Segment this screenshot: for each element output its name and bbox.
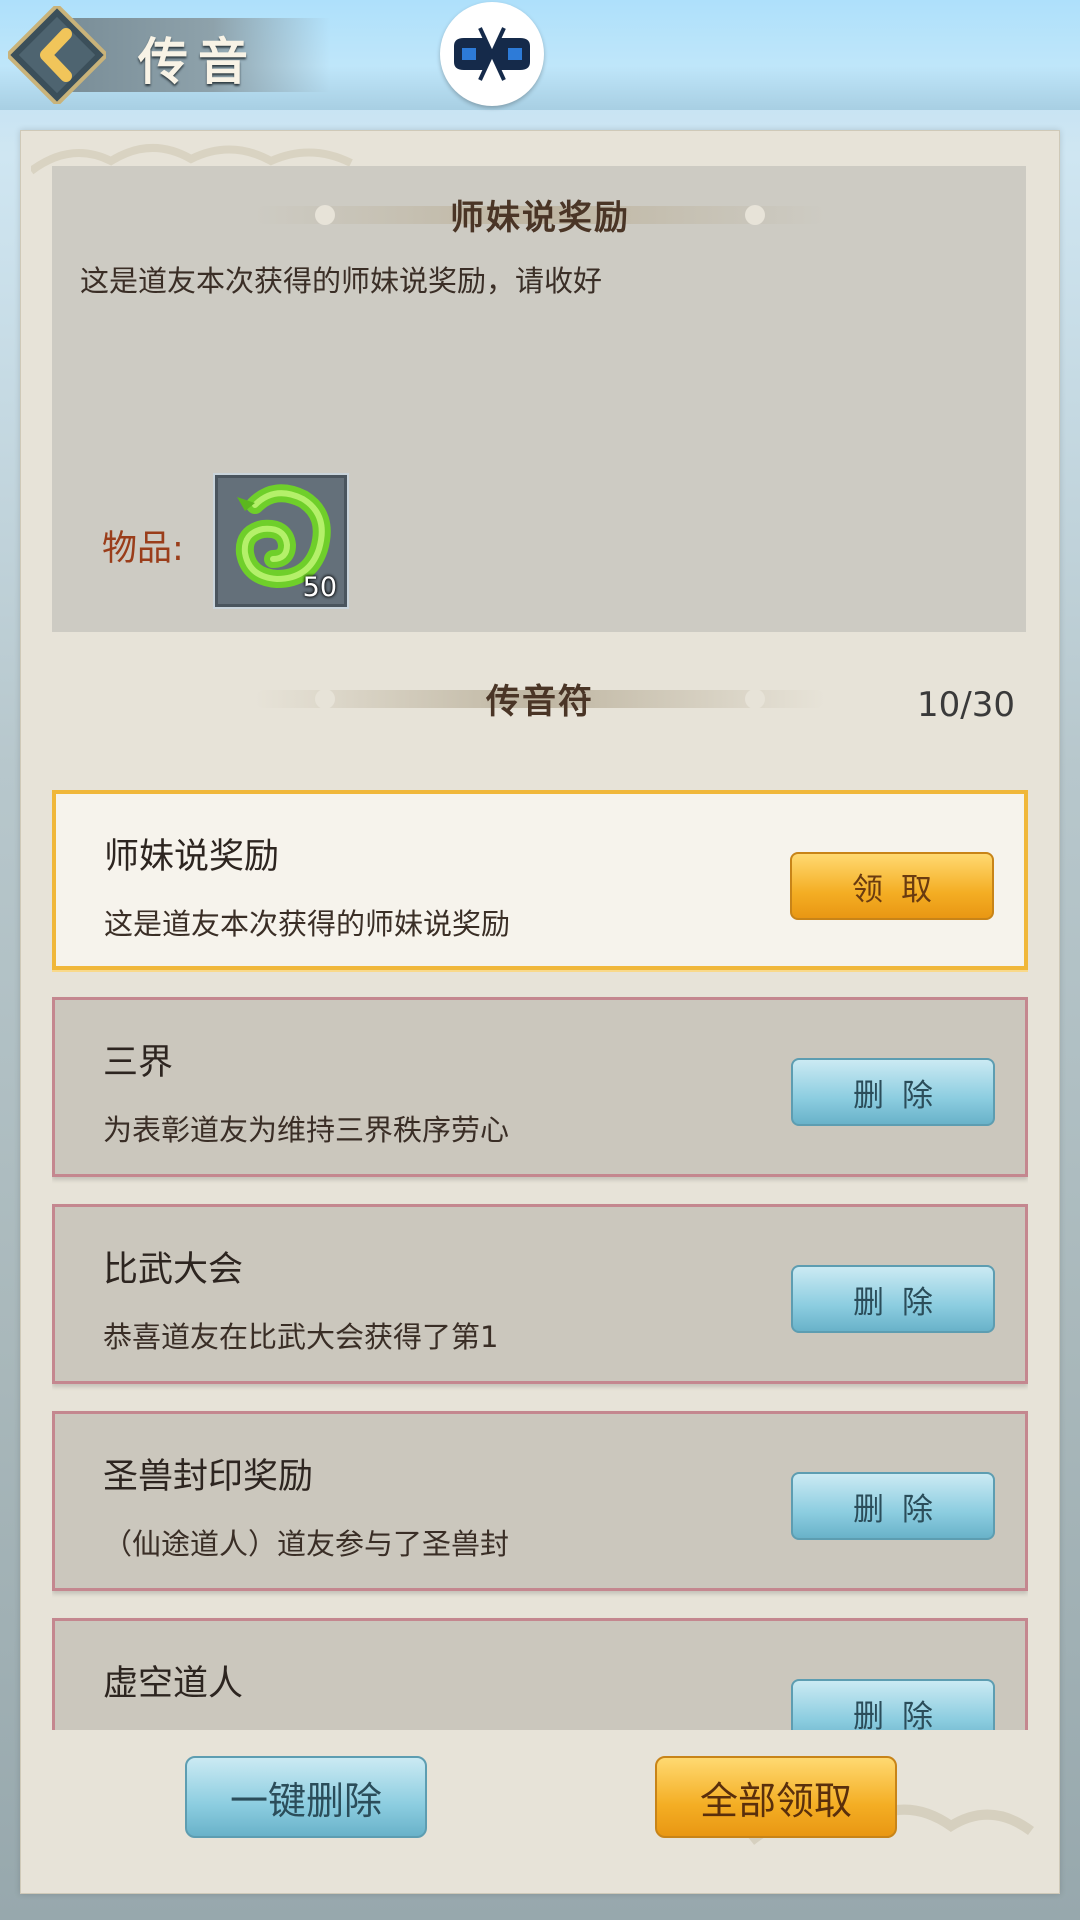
mail-list[interactable]: 师妹说奖励 这是道友本次获得的师妹说奖励 领取 三界 为表彰道友为维持三界秩序劳… <box>52 790 1028 1730</box>
mail-desc: 这是道友本次获得的师妹说奖励 <box>104 907 511 941</box>
mail-counter: 10/30 <box>917 685 1015 725</box>
mail-title: 比武大会 <box>103 1250 244 1290</box>
mail-desc: （仙途道人）道友参与了圣兽封 <box>103 1527 510 1561</box>
mail-desc: 为表彰道友为维持三界秩序劳心 <box>103 1113 510 1147</box>
mail-row[interactable]: 虚空道人 删除 <box>52 1618 1028 1730</box>
back-button[interactable] <box>4 2 110 108</box>
delete-button[interactable]: 删除 <box>791 1472 995 1540</box>
item-slot[interactable]: 50 <box>213 473 349 609</box>
page-title: 传音 <box>138 32 258 91</box>
items-label: 物品: <box>102 529 184 569</box>
detail-text: 这是道友本次获得的师妹说奖励，请收好 <box>80 264 603 298</box>
chevron-left-icon <box>4 2 110 108</box>
mail-row[interactable]: 师妹说奖励 这是道友本次获得的师妹说奖励 领取 <box>52 790 1028 970</box>
mail-desc: 恭喜道友在比武大会获得了第1 <box>103 1320 499 1354</box>
mail-title: 三界 <box>103 1043 174 1083</box>
delete-button[interactable]: 删除 <box>791 1679 995 1730</box>
delete-button[interactable]: 删除 <box>791 1058 995 1126</box>
delete-all-button[interactable]: 一键删除 <box>185 1756 427 1838</box>
mail-title: 圣兽封印奖励 <box>103 1457 314 1497</box>
game-controller-icon[interactable] <box>440 2 544 106</box>
mail-title: 虚空道人 <box>103 1664 244 1704</box>
detail-heading: 师妹说奖励 <box>0 190 1080 239</box>
mail-row[interactable]: 三界 为表彰道友为维持三界秩序劳心 删除 <box>52 997 1028 1177</box>
mail-row[interactable]: 圣兽封印奖励 （仙途道人）道友参与了圣兽封 删除 <box>52 1411 1028 1591</box>
item-count: 50 <box>302 572 337 603</box>
delete-button[interactable]: 删除 <box>791 1265 995 1333</box>
claim-all-button[interactable]: 全部领取 <box>655 1756 897 1838</box>
top-bar: 传音 <box>0 0 1080 110</box>
claim-button[interactable]: 领取 <box>790 852 994 920</box>
mail-title: 师妹说奖励 <box>104 837 280 877</box>
mail-row[interactable]: 比武大会 恭喜道友在比武大会获得了第1 删除 <box>52 1204 1028 1384</box>
